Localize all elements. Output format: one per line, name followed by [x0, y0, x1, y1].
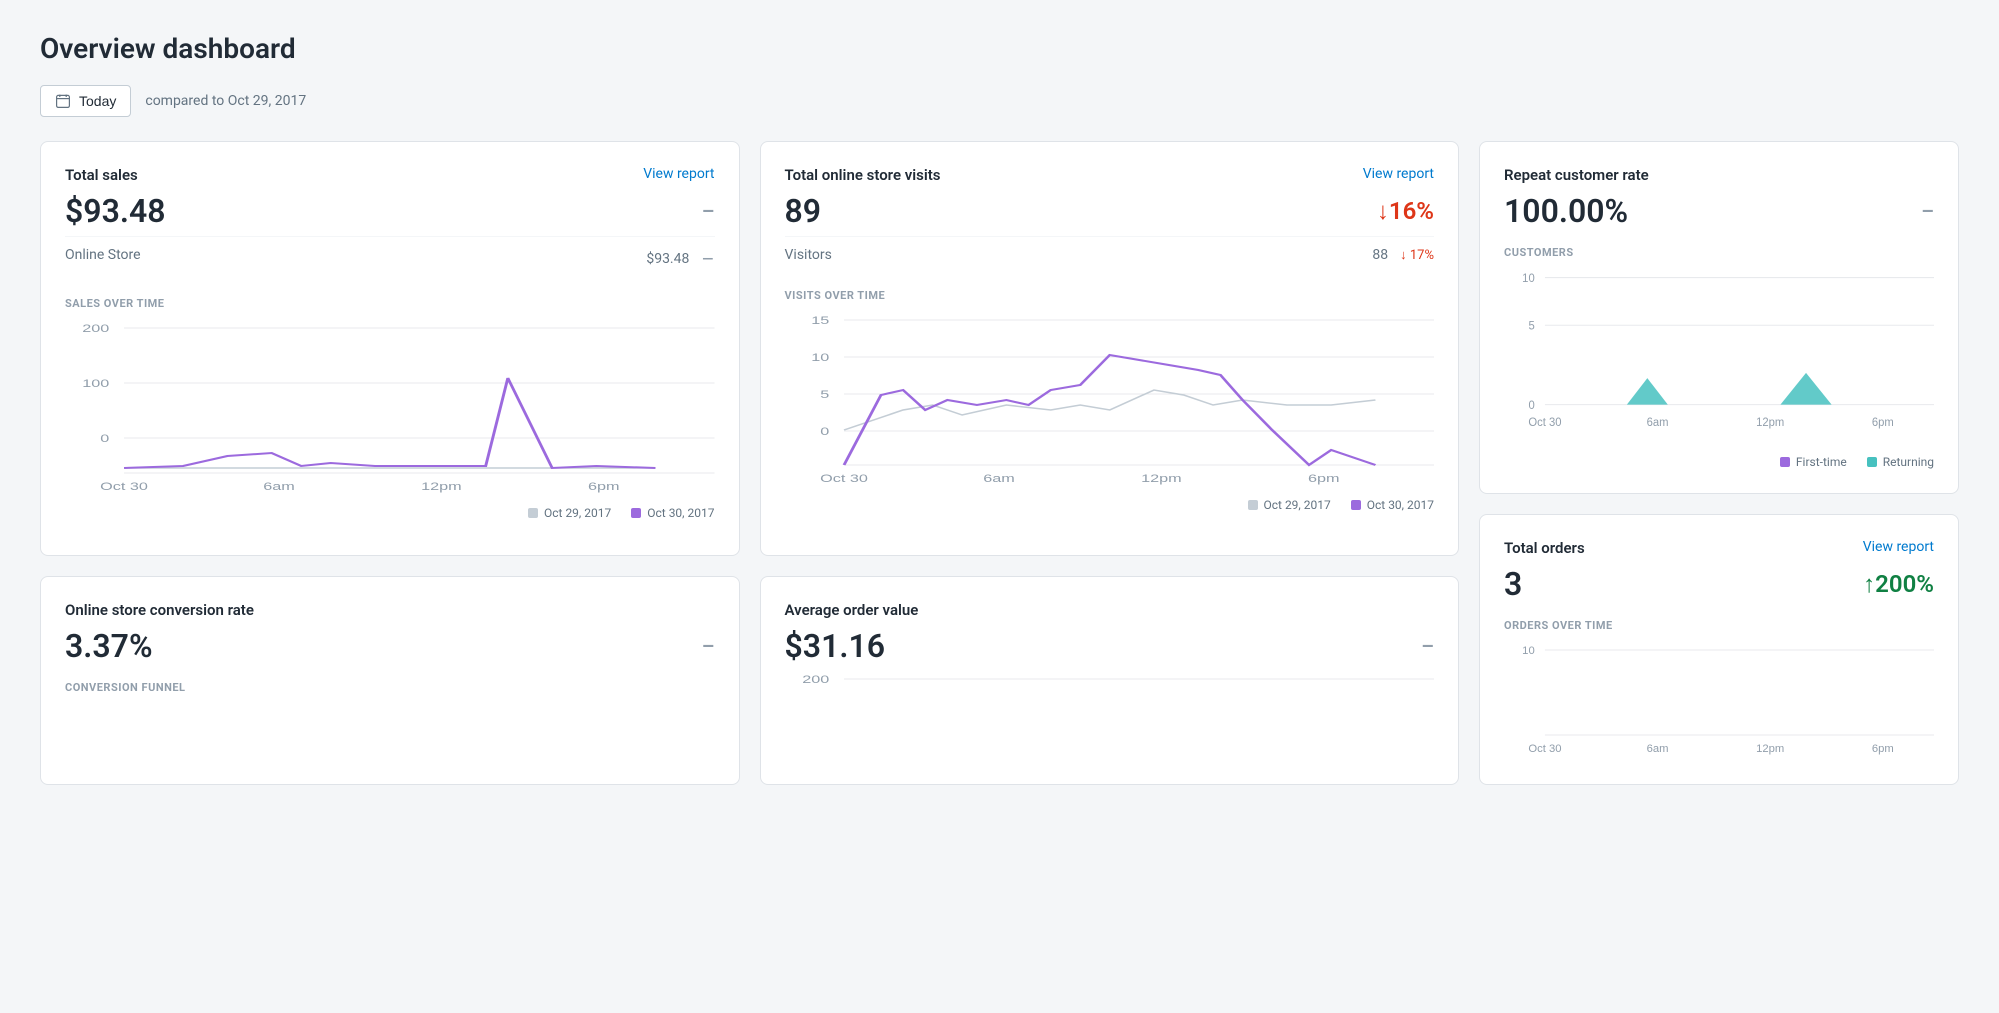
visits-legend-new-label: Oct 30, 2017: [1367, 498, 1434, 512]
svg-text:5: 5: [1528, 320, 1534, 332]
customers-chart: 10 5 0 Oct 30 6am 12pm 6pm: [1504, 267, 1934, 447]
repeat-customer-title: Repeat customer rate: [1504, 166, 1649, 184]
total-orders-title: Total orders: [1504, 539, 1585, 557]
total-sales-title: Total sales: [65, 166, 138, 184]
conversion-rate-title: Online store conversion rate: [65, 601, 254, 619]
customers-label: CUSTOMERS: [1504, 246, 1934, 259]
svg-text:12pm: 12pm: [421, 480, 462, 493]
total-visits-view-report[interactable]: View report: [1363, 166, 1434, 182]
dashboard-grid: Total sales View report $93.48 – Online …: [40, 141, 1959, 785]
svg-text:0: 0: [1528, 400, 1534, 412]
repeat-customer-card: Repeat customer rate 100.00% – CUSTOMERS…: [1479, 141, 1959, 494]
svg-text:12pm: 12pm: [1756, 417, 1784, 429]
svg-text:Oct 30: Oct 30: [100, 480, 148, 493]
svg-text:Oct 30: Oct 30: [1528, 417, 1561, 429]
conversion-rate-card: Online store conversion rate 3.37% – CON…: [40, 576, 740, 785]
avg-order-chart: 200: [785, 669, 1435, 749]
svg-text:6am: 6am: [1647, 743, 1669, 755]
online-store-label: Online Store: [65, 247, 141, 271]
avg-order-card: Average order value $31.16 – 200: [760, 576, 1460, 785]
svg-text:6am: 6am: [983, 472, 1015, 485]
svg-text:12pm: 12pm: [1141, 472, 1182, 485]
visits-chart: 15 10 5 0 Oct 30 6am 12pm 6pm: [785, 310, 1435, 490]
total-orders-card: Total orders View report 3 ↑200% ORDERS …: [1479, 514, 1959, 785]
svg-text:6pm: 6pm: [1872, 417, 1894, 429]
svg-text:6pm: 6pm: [588, 480, 620, 493]
svg-text:5: 5: [820, 388, 829, 401]
online-store-value: $93.48: [646, 251, 689, 267]
first-time-dot: [1780, 457, 1790, 467]
right-column: Repeat customer rate 100.00% – CUSTOMERS…: [1479, 141, 1959, 785]
sales-chart-legend: Oct 29, 2017 Oct 30, 2017: [65, 506, 715, 520]
legend-new-dot: [631, 508, 641, 518]
total-visits-title: Total online store visits: [785, 166, 941, 184]
date-bar: Today compared to Oct 29, 2017: [40, 85, 1959, 117]
calendar-icon: [55, 93, 71, 109]
svg-text:10: 10: [1522, 273, 1535, 285]
total-orders-trend: ↑200%: [1863, 570, 1934, 599]
avg-order-dash: –: [1421, 634, 1434, 658]
visits-chart-legend: Oct 29, 2017 Oct 30, 2017: [785, 498, 1435, 512]
repeat-customer-dash: –: [1921, 199, 1934, 223]
sales-chart: 200 100 0 Oct 30 6am 12pm 6pm: [65, 318, 715, 498]
legend-old-dot: [528, 508, 538, 518]
page-title: Overview dashboard: [40, 32, 1959, 65]
svg-text:10: 10: [1522, 645, 1535, 657]
total-visits-value: 89: [785, 192, 822, 230]
orders-over-time-label: ORDERS OVER TIME: [1504, 619, 1934, 632]
total-sales-view-report[interactable]: View report: [643, 166, 714, 182]
svg-text:200: 200: [802, 673, 829, 686]
avg-order-title: Average order value: [785, 601, 919, 619]
svg-text:6pm: 6pm: [1872, 743, 1894, 755]
visits-legend-new-dot: [1351, 500, 1361, 510]
visits-over-time-label: VISITS OVER TIME: [785, 289, 1435, 302]
online-store-dash: –: [701, 247, 714, 271]
svg-text:0: 0: [100, 432, 109, 445]
svg-text:100: 100: [82, 377, 109, 390]
visitors-trend: ↓ 17%: [1400, 247, 1434, 263]
returning-dot: [1867, 457, 1877, 467]
svg-text:6am: 6am: [1647, 417, 1669, 429]
total-visits-trend: ↓16%: [1377, 197, 1434, 226]
legend-old-label: Oct 29, 2017: [544, 506, 611, 520]
total-orders-value: 3: [1504, 565, 1522, 603]
returning-label: Returning: [1883, 455, 1934, 469]
svg-text:15: 15: [811, 314, 829, 327]
svg-text:12pm: 12pm: [1756, 743, 1784, 755]
visitors-label: Visitors: [785, 247, 832, 263]
total-sales-card: Total sales View report $93.48 – Online …: [40, 141, 740, 556]
conversion-funnel-label: CONVERSION FUNNEL: [65, 681, 715, 694]
compare-text: compared to Oct 29, 2017: [145, 93, 306, 109]
svg-text:10: 10: [811, 351, 829, 364]
legend-new-label: Oct 30, 2017: [647, 506, 714, 520]
svg-text:Oct 30: Oct 30: [820, 472, 868, 485]
first-time-label: First-time: [1796, 455, 1847, 469]
conversion-rate-dash: –: [702, 634, 715, 658]
orders-chart: 10 Oct 30 6am 12pm 6pm: [1504, 640, 1934, 760]
svg-text:0: 0: [820, 425, 829, 438]
svg-text:6am: 6am: [263, 480, 295, 493]
conversion-rate-value: 3.37%: [65, 627, 153, 665]
repeat-customer-value: 100.00%: [1504, 192, 1628, 230]
svg-text:Oct 30: Oct 30: [1528, 743, 1561, 755]
svg-text:200: 200: [82, 322, 109, 335]
repeat-chart-legend: First-time Returning: [1504, 455, 1934, 469]
total-sales-value: $93.48: [65, 192, 166, 230]
avg-order-value: $31.16: [785, 627, 886, 665]
visits-legend-old-label: Oct 29, 2017: [1264, 498, 1331, 512]
svg-text:6pm: 6pm: [1308, 472, 1340, 485]
sales-over-time-label: SALES OVER TIME: [65, 297, 715, 310]
today-button[interactable]: Today: [40, 85, 131, 117]
total-sales-dash: –: [702, 199, 715, 223]
total-visits-card: Total online store visits View report 89…: [760, 141, 1460, 556]
visits-legend-old-dot: [1248, 500, 1258, 510]
visitors-value: 88: [1372, 247, 1388, 263]
total-orders-view-report[interactable]: View report: [1863, 539, 1934, 555]
